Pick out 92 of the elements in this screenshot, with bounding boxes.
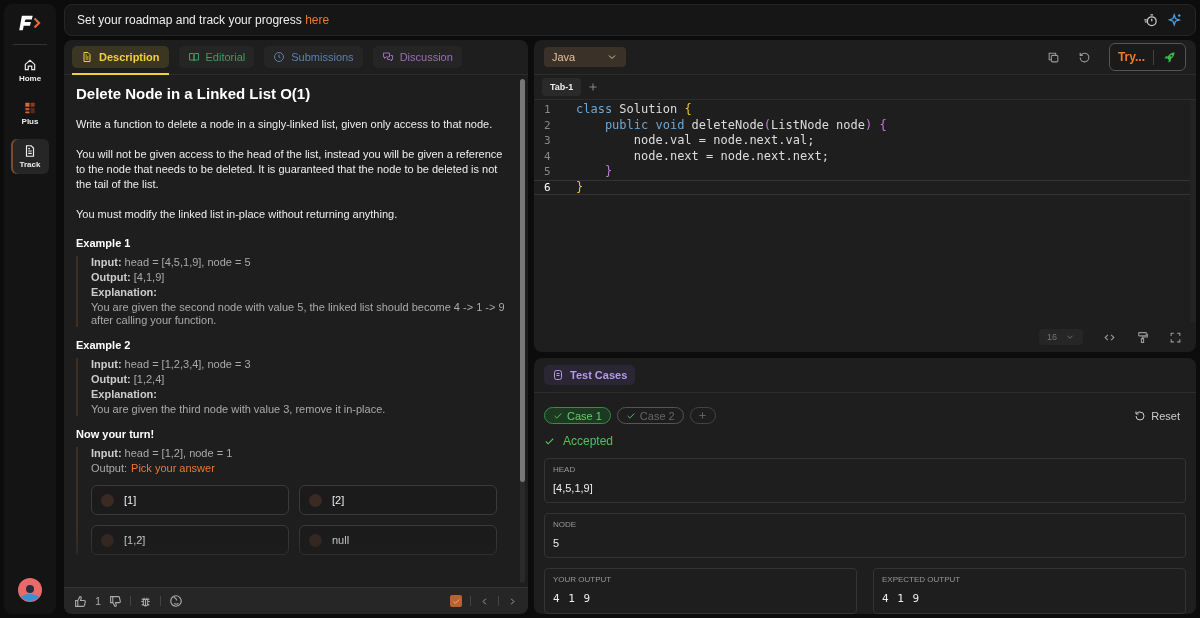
explanation-label: Explanation: [91, 286, 158, 299]
radio-icon [101, 493, 114, 507]
explanation-text: You are given the second node with value 5, the linked list should become 4 -> 1 -> 9 after calling your function. [91, 301, 505, 327]
solved-checkbox[interactable] [450, 595, 462, 607]
check-icon [544, 435, 555, 447]
example-title: Example 2 [76, 339, 132, 351]
field-value: 4 1 9 [553, 592, 593, 605]
reset-icon [1134, 409, 1147, 422]
problem-title: Delete Node in a Linked List O(1) [76, 85, 312, 102]
font-size-select[interactable]: 16 [1039, 329, 1083, 345]
code-line: node.val = node.next.val; [632, 133, 815, 149]
check-icon [625, 410, 636, 421]
line-number: 1 [543, 102, 552, 118]
answer-option[interactable]: [2] [299, 485, 497, 515]
description-text: You will not be given access to the head of the list, instead you will be given a reference to the node that needs to be deleted. It is guaranteed that the node to be deleted is not the tail of the list. [76, 147, 504, 192]
field-label: HEAD [553, 465, 577, 474]
pick-answer-link[interactable]: Pick your answer [131, 462, 215, 475]
code-line: node.next = node.next.next; [632, 148, 829, 164]
line-number: 3 [543, 133, 552, 149]
example-line: Output: [4,1,9] [91, 271, 166, 284]
document-icon [23, 144, 37, 158]
copy-icon[interactable] [1046, 50, 1060, 64]
answer-option[interactable]: null [299, 525, 497, 555]
clock-icon [273, 51, 286, 63]
scrollbar[interactable] [520, 79, 525, 583]
case-tab[interactable]: Case 1 [544, 407, 611, 424]
field-label: EXPECTED OUTPUT [882, 575, 962, 584]
tab[interactable]: Editorial [178, 46, 255, 68]
section-title: Now your turn! [76, 428, 156, 440]
field-value: 4 1 9 [882, 592, 922, 605]
editor-tab[interactable]: Tab-1 [542, 78, 582, 96]
explanation-label: Explanation: [91, 388, 158, 401]
nav-item[interactable]: Home [11, 53, 49, 88]
sparkle-icon[interactable] [1168, 12, 1183, 28]
field-label: NODE [553, 520, 578, 529]
explanation-text: You are given the third node with value 3, remove it in-place. [91, 403, 387, 416]
try-button[interactable]: Try... [1108, 43, 1186, 71]
like-count: 1 [95, 595, 102, 607]
add-tab-icon[interactable] [587, 81, 600, 93]
plus-icon [697, 410, 709, 421]
check-icon [553, 410, 563, 421]
tab[interactable]: Discussion [372, 46, 462, 68]
line-number: 5 [543, 164, 552, 180]
description-text: Write a function to delete a node in a singly-linked list, given only access to that node. [76, 117, 494, 132]
feedback-icon[interactable] [169, 594, 184, 608]
radio-icon [309, 493, 322, 507]
example-line: Input: head = [1,2,3,4], node = 3 [91, 358, 252, 371]
chat-icon [381, 51, 394, 63]
code-line: class Solution { [575, 102, 692, 118]
field-value: [4,5,1,9] [553, 482, 594, 494]
nav-item[interactable]: Plus [11, 96, 49, 131]
list-icon [552, 369, 564, 381]
logo-icon[interactable] [19, 14, 41, 32]
language-select[interactable]: Java [544, 47, 626, 67]
radio-icon [309, 533, 322, 547]
status-text: Accepted [563, 434, 614, 448]
format-icon[interactable] [1136, 330, 1149, 344]
thumbs-up-icon[interactable] [74, 594, 87, 608]
answer-option[interactable]: [1] [91, 485, 289, 515]
output-label: Output: [91, 462, 128, 475]
line-number: 4 [543, 148, 552, 164]
field-label: YOUR OUTPUT [553, 575, 613, 584]
line-number: 6 [543, 180, 552, 194]
banner-text: Set your roadmap and track your progress here [77, 13, 331, 27]
avatar[interactable] [18, 578, 42, 602]
description-text: You must modify the linked list in-place without returning anything. [76, 207, 399, 222]
document-icon [81, 51, 93, 63]
code-line: } [575, 180, 584, 194]
fullscreen-icon[interactable] [1169, 330, 1182, 344]
example-line: Output: [1,2,4] [91, 373, 166, 386]
reset-button[interactable]: Reset [1128, 408, 1186, 423]
example-line: Input: head = [1,2], node = 1 [91, 447, 234, 460]
tab[interactable]: Submissions [264, 46, 363, 68]
example-title: Example 1 [76, 237, 132, 249]
try-label[interactable]: Try... [1109, 50, 1153, 64]
example-line: Input: head = [4,5,1,9], node = 5 [91, 256, 252, 269]
grid-icon [23, 101, 37, 115]
line-number: 2 [543, 117, 552, 133]
home-icon [23, 58, 37, 72]
code-line: } [603, 164, 613, 180]
code-line: public void deleteNode(ListNode node) { [603, 117, 887, 133]
test-cases-tab[interactable]: Test Cases [544, 365, 636, 385]
timer-icon[interactable] [1143, 12, 1158, 28]
book-icon [187, 51, 200, 63]
field-value: 5 [553, 537, 561, 549]
check-icon [451, 596, 461, 606]
here-link[interactable]: here [305, 13, 330, 27]
radio-icon [101, 533, 114, 547]
answer-option[interactable]: [1,2] [91, 525, 289, 555]
nav-item[interactable]: Track [11, 139, 49, 174]
thumbs-down-icon[interactable] [109, 594, 123, 608]
reset-icon[interactable] [1077, 50, 1091, 64]
